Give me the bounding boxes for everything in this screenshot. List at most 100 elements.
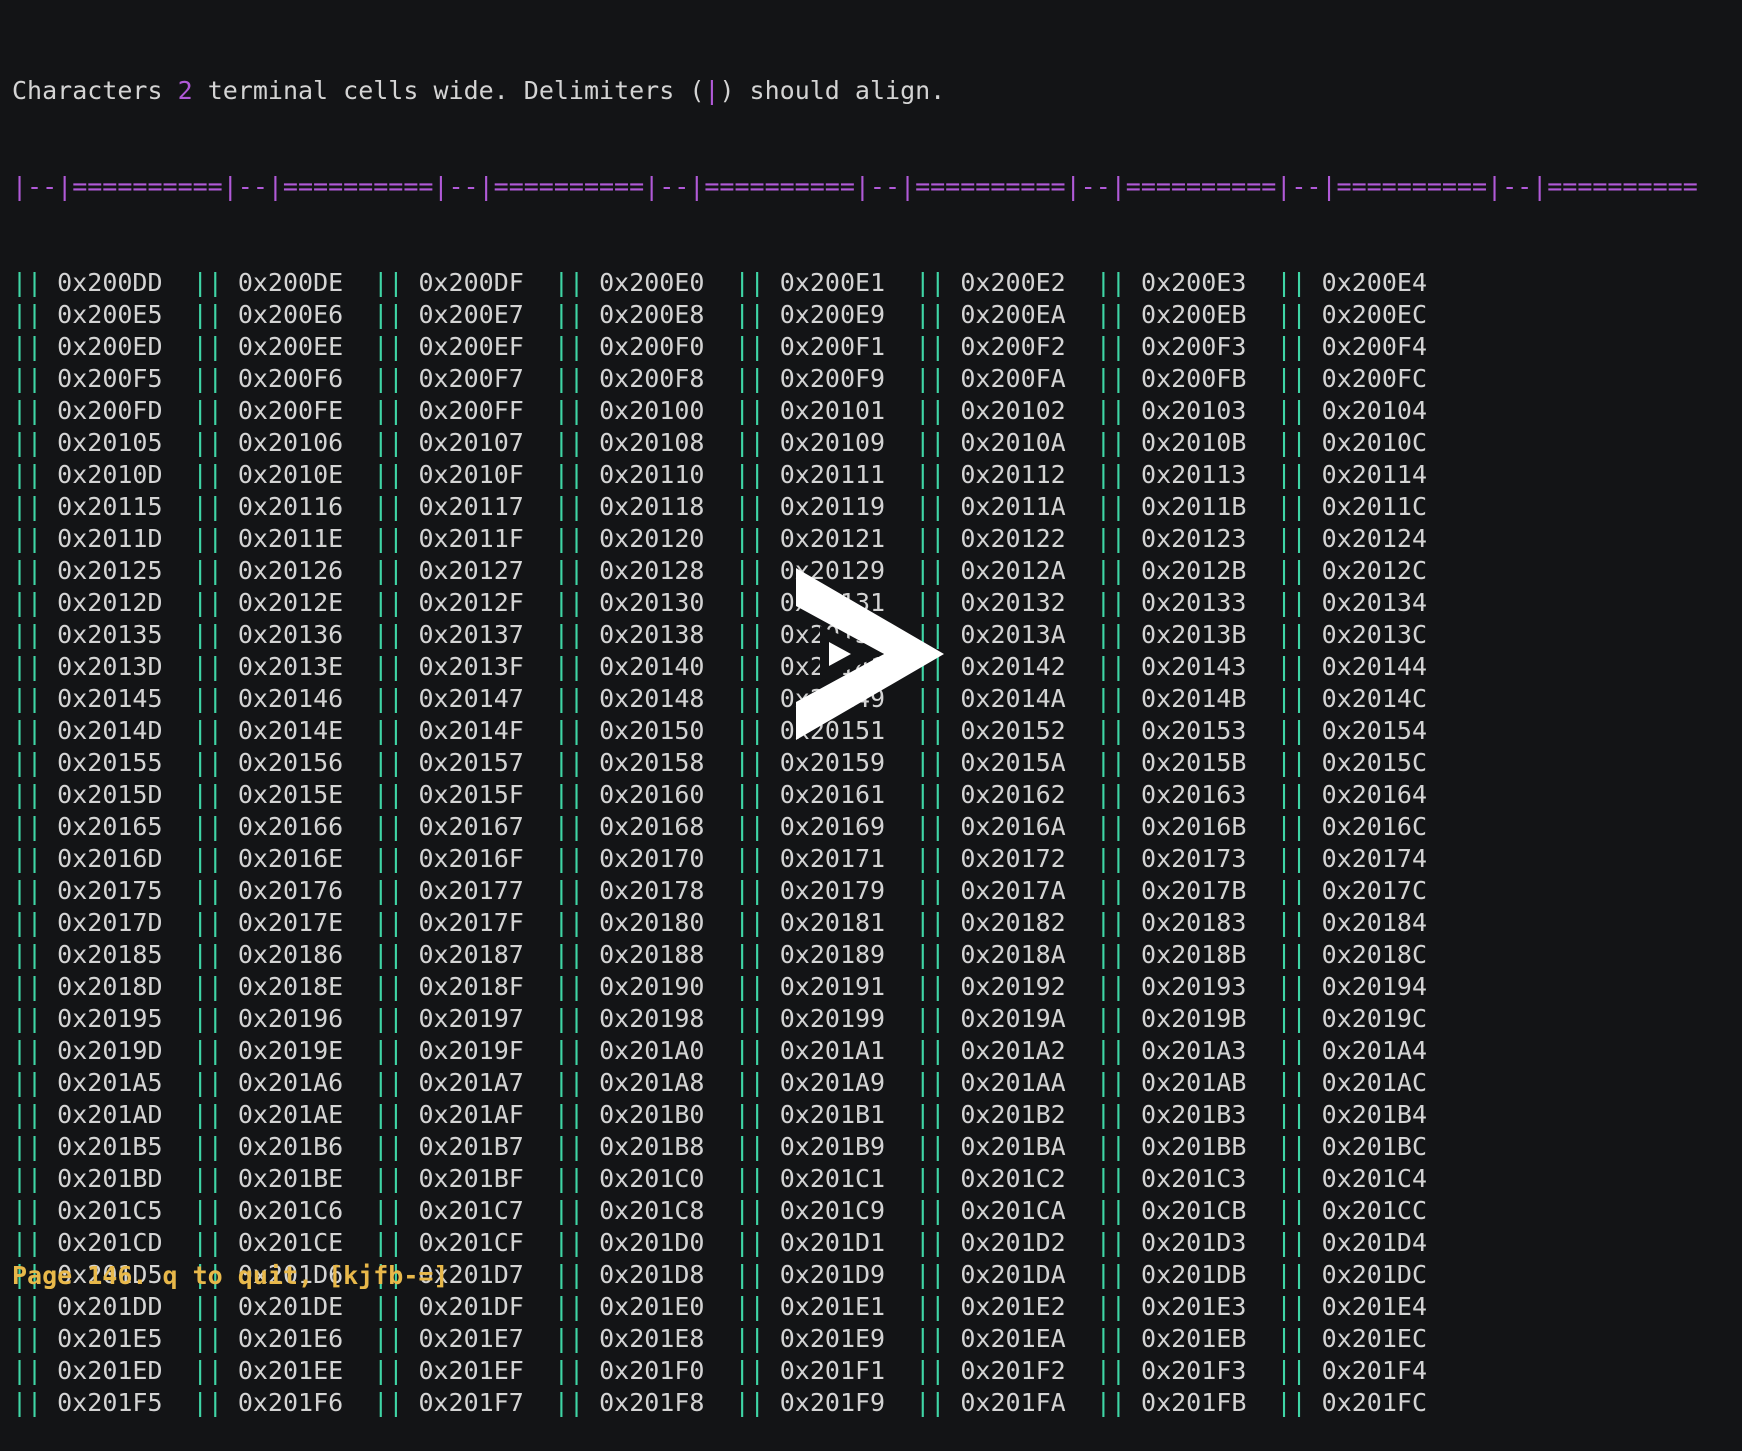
delimiter: || [734, 1036, 765, 1065]
codepoint-cell: 0x201EF [418, 1356, 524, 1385]
codepoint-cell: 0x2019D [57, 1036, 163, 1065]
codepoint-cell: 0x200E5 [57, 300, 163, 329]
delimiter: || [553, 876, 585, 905]
delimiter: || [915, 268, 946, 297]
delimiter: || [373, 1388, 404, 1417]
delimiter: || [915, 1068, 946, 1097]
delimiter: || [915, 940, 946, 969]
codepoint-cell: 0x200FA [960, 364, 1066, 393]
table-row: || 0x20185 || 0x20186 || 0x20187 || 0x20… [12, 939, 1698, 971]
delimiter: || [915, 1164, 946, 1193]
delimiter: || [1276, 748, 1307, 777]
delimiter: || [192, 940, 223, 969]
delimiter: || [734, 556, 765, 585]
delimiter: || [1095, 844, 1126, 873]
delimiter: || [192, 268, 223, 297]
delimiter: || [734, 588, 765, 617]
codepoint-cell: 0x201BE [237, 1164, 344, 1193]
codepoint-cell: 0x20138 [599, 620, 705, 649]
codepoint-cell: 0x2018E [237, 972, 344, 1001]
delimiter: || [915, 1228, 946, 1257]
delimiter: || [1095, 268, 1126, 297]
delimiter: || [553, 460, 585, 489]
codepoint-cell: 0x201EA [960, 1324, 1066, 1353]
delimiter: || [1095, 1356, 1126, 1385]
delimiter: || [192, 1004, 223, 1033]
play-icon[interactable] [782, 556, 954, 752]
delimiter: || [373, 972, 404, 1001]
delimiter: || [1276, 588, 1307, 617]
delimiter: || [192, 972, 223, 1001]
codepoint-cell: 0x20171 [779, 844, 886, 873]
codepoint-cell: 0x201AC [1321, 1068, 1428, 1097]
codepoint-cell: 0x2017C [1321, 876, 1428, 905]
delimiter: || [553, 940, 585, 969]
delimiter: || [734, 780, 765, 809]
header-delimiter-char: | [704, 76, 720, 105]
codepoint-cell: 0x20166 [237, 812, 344, 841]
codepoint-cell: 0x2011F [418, 524, 524, 553]
codepoint-cell: 0x201D9 [779, 1260, 886, 1289]
delimiter: || [12, 1292, 43, 1321]
codepoint-cell: 0x20172 [960, 844, 1066, 873]
codepoint-cell: 0x20118 [599, 492, 705, 521]
delimiter: || [1276, 428, 1307, 457]
delimiter: || [915, 364, 946, 393]
delimiter: || [12, 396, 43, 425]
delimiter: || [373, 588, 404, 617]
codepoint-cell: 0x2012F [418, 588, 524, 617]
table-row: || 0x200E5 || 0x200E6 || 0x200E7 || 0x20… [12, 299, 1698, 331]
delimiter: || [1095, 780, 1126, 809]
delimiter: || [915, 1356, 946, 1385]
codepoint-cell: 0x2010C [1321, 428, 1428, 457]
delimiter: || [12, 524, 43, 553]
delimiter: || [192, 1068, 223, 1097]
codepoint-cell: 0x2017A [960, 876, 1066, 905]
table-row: || 0x200DD || 0x200DE || 0x200DF || 0x20… [12, 267, 1698, 299]
delimiter: || [915, 972, 946, 1001]
codepoint-cell: 0x201E5 [57, 1324, 163, 1353]
codepoint-cell: 0x201D0 [599, 1228, 705, 1257]
codepoint-cell: 0x2014E [237, 716, 344, 745]
delimiter: || [12, 716, 43, 745]
delimiter: || [1276, 332, 1307, 361]
codepoint-cell: 0x20179 [779, 876, 886, 905]
delimiter: || [1095, 620, 1126, 649]
delimiter: || [915, 524, 946, 553]
delimiter: || [12, 1196, 43, 1225]
codepoint-cell: 0x20107 [418, 428, 524, 457]
codepoint-cell: 0x20115 [57, 492, 163, 521]
delimiter: || [1276, 300, 1307, 329]
codepoint-cell: 0x20159 [779, 748, 886, 777]
codepoint-cell: 0x201CC [1321, 1196, 1428, 1225]
codepoint-cell: 0x201CF [418, 1228, 524, 1257]
codepoint-cell: 0x201C5 [57, 1196, 163, 1225]
delimiter: || [192, 748, 223, 777]
delimiter: || [1276, 524, 1307, 553]
delimiter: || [12, 1228, 43, 1257]
codepoint-cell: 0x200FC [1321, 364, 1428, 393]
codepoint-cell: 0x201A3 [1141, 1036, 1247, 1065]
delimiter: || [734, 1068, 765, 1097]
delimiter: || [192, 556, 223, 585]
codepoint-cell: 0x200F7 [418, 364, 524, 393]
codepoint-cell: 0x201A2 [960, 1036, 1066, 1065]
header-line: Characters 2 terminal cells wide. Delimi… [12, 75, 1698, 107]
codepoint-cell: 0x20157 [418, 748, 524, 777]
codepoint-cell: 0x2012C [1321, 556, 1428, 585]
codepoint-cell: 0x201F1 [779, 1356, 886, 1385]
delimiter: || [553, 396, 585, 425]
codepoint-cell: 0x20167 [418, 812, 524, 841]
ruler-line: |--|==========|--|==========|--|========… [12, 172, 1698, 201]
delimiter: || [553, 1292, 585, 1321]
delimiter: || [373, 1292, 404, 1321]
status-line: Page 146. q to quit, [kjfb-=] [12, 1261, 449, 1290]
codepoint-cell: 0x20177 [418, 876, 524, 905]
codepoint-cell: 0x201F4 [1321, 1356, 1428, 1385]
delimiter: || [734, 460, 765, 489]
delimiter: || [12, 460, 43, 489]
delimiter: || [373, 1324, 404, 1353]
codepoint-cell: 0x20143 [1141, 652, 1247, 681]
delimiter: || [1276, 556, 1307, 585]
delimiter: || [553, 748, 585, 777]
